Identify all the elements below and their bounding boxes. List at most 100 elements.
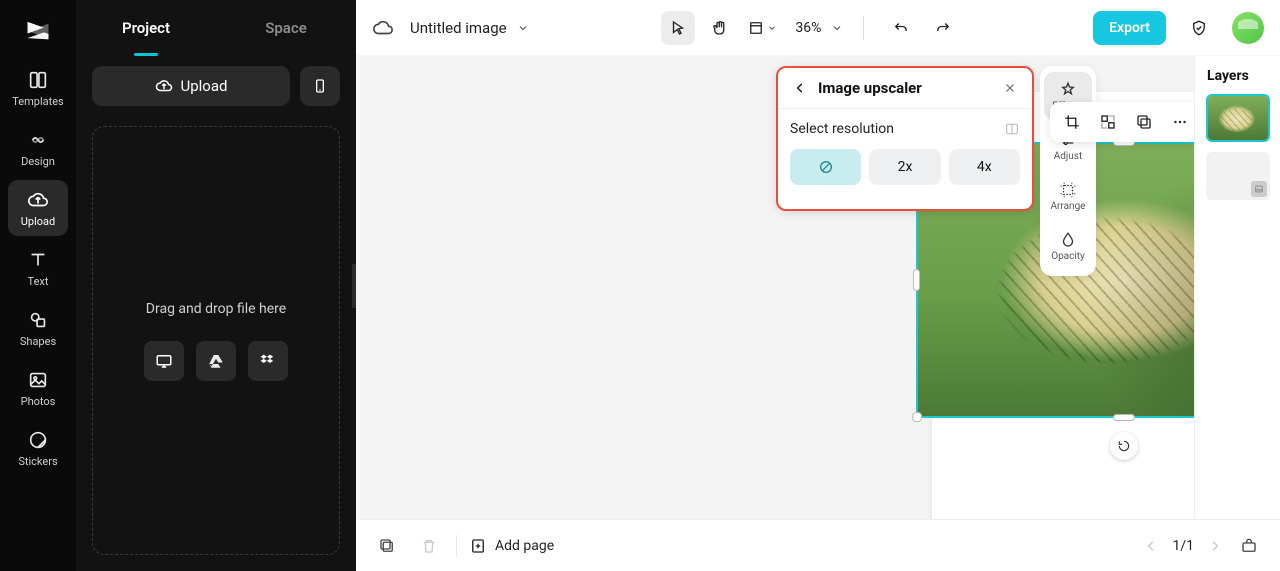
effects-icon [1059,81,1077,99]
lock-button[interactable] [1234,531,1264,561]
cursor-tools [661,11,779,45]
redo-button[interactable] [926,11,960,45]
rotate-handle[interactable] [1110,432,1138,460]
remove-bg-icon [1099,113,1117,131]
disabled-icon [818,159,834,175]
pan-tool[interactable] [703,11,737,45]
label: Opacity [1051,251,1085,262]
divider [456,535,457,557]
resize-handle-left[interactable] [913,269,920,291]
tab-space[interactable]: Space [216,0,356,56]
select-tool[interactable] [661,11,695,45]
inspector-panel: Effects Adjust Arrange Opacity [1040,66,1096,276]
inspector-arrange[interactable]: Arrange [1044,172,1092,220]
shield-icon [1190,19,1208,37]
image-icon [1251,181,1267,197]
user-avatar[interactable] [1232,12,1264,44]
upload-cloud-icon [26,188,50,212]
privacy-button[interactable] [1182,11,1216,45]
next-page-button[interactable] [1208,539,1222,553]
resolution-4x-button[interactable]: 4x [949,149,1020,185]
cursor-icon [669,19,687,37]
rail-stickers[interactable]: Stickers [8,420,68,476]
text-icon [26,248,50,272]
tab-project[interactable]: Project [76,0,216,56]
resize-handle-bl[interactable] [912,412,922,422]
dropbox-icon [259,352,277,370]
rail-text[interactable]: Text [8,240,68,296]
stickers-icon [26,428,50,452]
design-icon [26,128,50,152]
upload-row: Upload [76,56,356,114]
label: Arrange [1051,201,1086,212]
crop-button[interactable] [1058,108,1086,136]
close-icon [1003,81,1017,95]
more-button[interactable] [1166,108,1194,136]
layers-title: Layers [1203,68,1249,84]
rail-upload[interactable]: Upload [8,180,68,236]
hand-icon [711,19,729,37]
remove-bg-button[interactable] [1094,108,1122,136]
layer-thumb-page[interactable] [1206,152,1270,200]
butterfly-thumbnail [1208,96,1268,140]
rail-label: Stickers [18,455,57,468]
rail-shapes[interactable]: Shapes [8,300,68,356]
add-page-label: Add page [495,538,554,554]
rail-photos[interactable]: Photos [8,360,68,416]
upload-label: Upload [181,77,228,95]
page-indicator: 1/1 [1172,538,1194,554]
resolution-2x-button[interactable]: 2x [869,149,940,185]
shapes-icon [26,308,50,332]
selection-toolbar [1050,102,1194,142]
popover-header: Image upscaler [778,68,1032,109]
popover-close-button[interactable] [1000,78,1020,98]
document-title-text: Untitled image [410,19,507,37]
source-google-drive-button[interactable] [196,341,236,381]
copy-button[interactable] [1130,108,1158,136]
source-dropbox-button[interactable] [248,341,288,381]
resize-handle-bottom[interactable] [1113,414,1135,421]
source-computer-button[interactable] [144,341,184,381]
duplicate-page-button[interactable] [372,531,402,561]
delete-page-button[interactable] [414,531,444,561]
crop-size-selector[interactable] [745,11,779,45]
rail-label: Shapes [20,335,56,348]
export-label: Export [1109,20,1150,36]
export-button[interactable]: Export [1093,11,1166,45]
divider [863,16,864,40]
app-logo[interactable] [8,8,68,52]
pager: 1/1 [1144,538,1222,554]
redo-icon [934,19,952,37]
artboard-icon [747,19,765,37]
undo-button[interactable] [884,11,918,45]
document-title[interactable]: Untitled image [410,19,529,37]
chevron-left-icon [793,81,807,95]
rail-label: Templates [12,95,63,108]
mobile-icon [312,78,328,94]
popover-body: Select resolution 2x 4x [778,109,1032,197]
compare-icon[interactable] [1004,121,1020,137]
canvas-viewport[interactable]: Page 1 [356,56,1194,519]
chevron-down-icon [767,23,777,33]
rail-design[interactable]: Design [8,120,68,176]
layers-panel: Layers [1194,56,1280,519]
mobile-upload-button[interactable] [300,66,340,106]
popover-back-button[interactable] [790,78,810,98]
chevron-down-icon [831,22,843,34]
capcut-logo-icon [24,16,52,44]
dropzone[interactable]: Drag and drop file here [92,126,340,555]
add-page-button[interactable]: Add page [469,537,554,555]
rail-label: Text [28,275,49,288]
resolution-off-button[interactable] [790,149,861,185]
chevron-down-icon [517,22,529,34]
sync-status-icon[interactable] [372,17,394,39]
canvas-area: Page 1 [356,56,1280,519]
dropzone-text: Drag and drop file here [146,301,286,317]
opacity-icon [1059,231,1077,249]
zoom-control[interactable]: 36% [795,20,843,36]
prev-page-button[interactable] [1144,539,1158,553]
layer-thumb-image[interactable] [1206,94,1270,142]
inspector-opacity[interactable]: Opacity [1044,222,1092,270]
rail-templates[interactable]: Templates [8,60,68,116]
upload-button[interactable]: Upload [92,66,290,106]
